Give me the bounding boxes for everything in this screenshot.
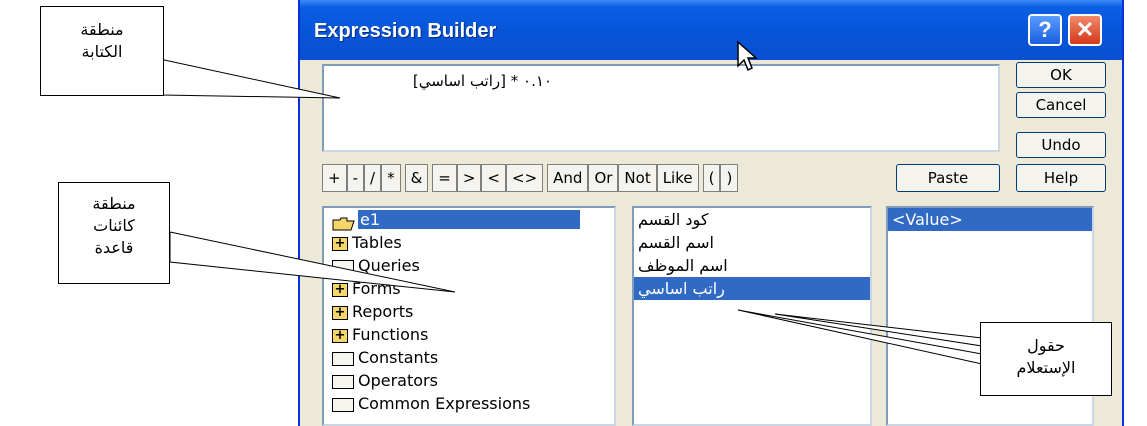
callout-pointers <box>154 57 983 365</box>
writing-area-callout: منطقة الكتابة <box>40 6 164 96</box>
objects-area-pointer <box>169 231 456 293</box>
mouse-pointer-icon <box>737 40 758 72</box>
query-fields-callout: حقول الإستعلام <box>980 322 1112 396</box>
objects-area-callout: منطقة كائنات قاعدة <box>58 182 170 284</box>
writing-area-pointer <box>154 57 341 99</box>
